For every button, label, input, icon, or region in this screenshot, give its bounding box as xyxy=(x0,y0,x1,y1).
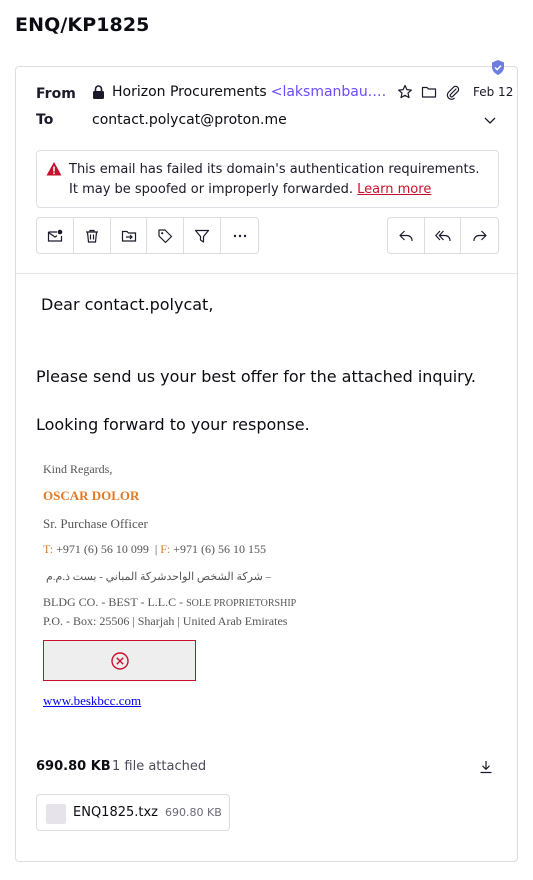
signature-phones: T: +971 (6) 56 10 099 | F: +971 (6) 56 1… xyxy=(43,542,267,556)
attachments-count: 1 file attached xyxy=(112,759,207,774)
signature-address: P.O. - Box: 25506 | Sharjah | United Ara… xyxy=(43,614,288,628)
message-card: From To Horizon Procurements <laksmanbau… xyxy=(15,60,518,862)
reply-button[interactable] xyxy=(388,218,425,253)
close-circle-icon xyxy=(110,651,129,670)
attachment-item[interactable]: ENQ1825.txz 690.80 KB xyxy=(36,794,230,831)
reply-all-icon xyxy=(434,230,451,241)
reply-all-button[interactable] xyxy=(425,218,462,253)
reply-toolbar xyxy=(387,217,499,254)
warning-icon xyxy=(46,162,62,176)
more-button[interactable] xyxy=(221,218,258,253)
header-divider xyxy=(16,273,517,274)
chevron-down-icon[interactable] xyxy=(483,113,497,127)
email-subject: ENQ/KP1825 xyxy=(15,14,150,36)
signature-regards: Kind Regards, xyxy=(43,462,113,476)
filter-icon xyxy=(195,229,210,243)
attachment-name: ENQ1825.txz xyxy=(73,805,159,820)
reply-icon xyxy=(399,230,413,241)
attachments-size: 690.80 KB xyxy=(36,759,111,774)
phone-label: T: xyxy=(43,542,54,556)
mark-unread-button[interactable] xyxy=(37,218,74,253)
download-icon[interactable] xyxy=(478,759,494,775)
move-button[interactable] xyxy=(111,218,148,253)
body-paragraph-1: Please send us your best offer for the a… xyxy=(36,367,476,386)
company-name: BLDG CO. - BEST - L.L.C - xyxy=(43,595,184,609)
learn-more-link[interactable]: Learn more xyxy=(357,182,431,197)
label-icon xyxy=(158,228,173,243)
attachment-size: 690.80 KB xyxy=(165,806,222,819)
sender[interactable]: Horizon Procurements <laksmanbau.meeting… xyxy=(92,84,399,100)
more-icon xyxy=(233,234,246,237)
file-icon xyxy=(46,804,66,824)
recipient[interactable]: contact.polycat@proton.me xyxy=(92,112,287,128)
phone-value: +971 (6) 56 10 099 xyxy=(56,542,149,556)
paperclip-icon[interactable] xyxy=(445,84,461,100)
forward-icon xyxy=(473,230,487,241)
star-icon[interactable] xyxy=(397,84,413,100)
signature-arabic: – شركة الشخص الواحدشركة المباني - بست ذ.… xyxy=(46,571,272,583)
message-toolbar xyxy=(36,217,259,254)
fax-value: +971 (6) 56 10 155 xyxy=(173,542,267,556)
auth-warning-banner: This email has failed its domain's authe… xyxy=(36,150,499,208)
blocked-image-placeholder[interactable] xyxy=(43,640,196,681)
body-paragraph-2: Looking forward to your response. xyxy=(36,415,310,434)
website-link[interactable]: www.beskbcc.com xyxy=(43,693,141,709)
greeting: Dear contact.polycat, xyxy=(41,295,214,314)
move-icon xyxy=(121,230,136,242)
trash-icon xyxy=(85,229,98,243)
signature-company: BLDG CO. - BEST - L.L.C - SOLE PROPRIETO… xyxy=(43,595,296,610)
trash-button[interactable] xyxy=(74,218,111,253)
filter-button[interactable] xyxy=(184,218,222,253)
fax-label: F: xyxy=(160,542,171,556)
company-type: SOLE PROPRIETORSHIP xyxy=(186,598,297,609)
mark-unread-icon xyxy=(47,229,63,242)
signature-title: Sr. Purchase Officer xyxy=(43,516,148,531)
signature-name: OSCAR DOLOR xyxy=(43,488,140,503)
header-actions: Feb 12 xyxy=(397,84,513,100)
message-date: Feb 12 xyxy=(473,85,514,99)
to-label: To xyxy=(36,112,54,128)
from-label: From xyxy=(36,86,76,102)
forward-button[interactable] xyxy=(461,218,498,253)
verified-shield-icon xyxy=(492,60,504,75)
lock-icon xyxy=(93,85,104,99)
label-button[interactable] xyxy=(147,218,185,253)
folder-icon[interactable] xyxy=(421,84,437,100)
warning-text: This email has failed its domain's authe… xyxy=(69,160,489,200)
sender-name: Horizon Procurements xyxy=(112,84,267,100)
sender-address: <laksmanbau.meeting@… xyxy=(270,84,399,100)
